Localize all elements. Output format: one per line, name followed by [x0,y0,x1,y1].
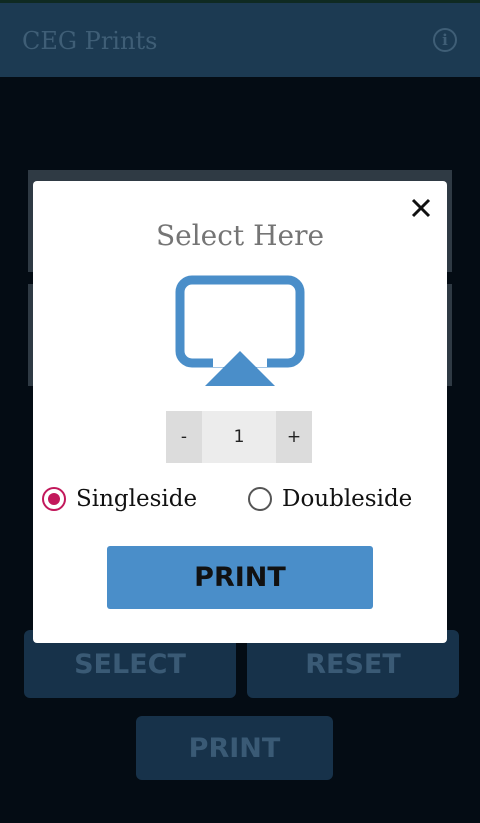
copies-stepper: - 1 + [166,411,312,463]
background-print-button: PRINT [136,716,333,780]
close-icon[interactable] [407,194,435,222]
info-icon[interactable]: i [433,28,457,52]
print-button[interactable]: PRINT [107,546,373,609]
airplay-print-icon[interactable] [175,275,305,391]
copies-value[interactable]: 1 [202,411,276,463]
app-title: CEG Prints [22,27,158,55]
singleside-radio[interactable]: Singleside [42,484,197,514]
print-dialog: Select Here - 1 + Singleside Doubleside … [33,181,447,643]
doubleside-label: Doubleside [282,486,413,512]
singleside-label: Singleside [76,486,198,512]
app-bar: CEG Prints i [0,0,480,77]
increment-button[interactable]: + [276,411,312,463]
radio-selected-icon[interactable] [42,487,66,511]
dialog-title: Select Here [155,219,325,252]
radio-unselected-icon[interactable] [248,487,272,511]
decrement-button[interactable]: - [166,411,202,463]
doubleside-radio[interactable]: Doubleside [248,484,412,514]
